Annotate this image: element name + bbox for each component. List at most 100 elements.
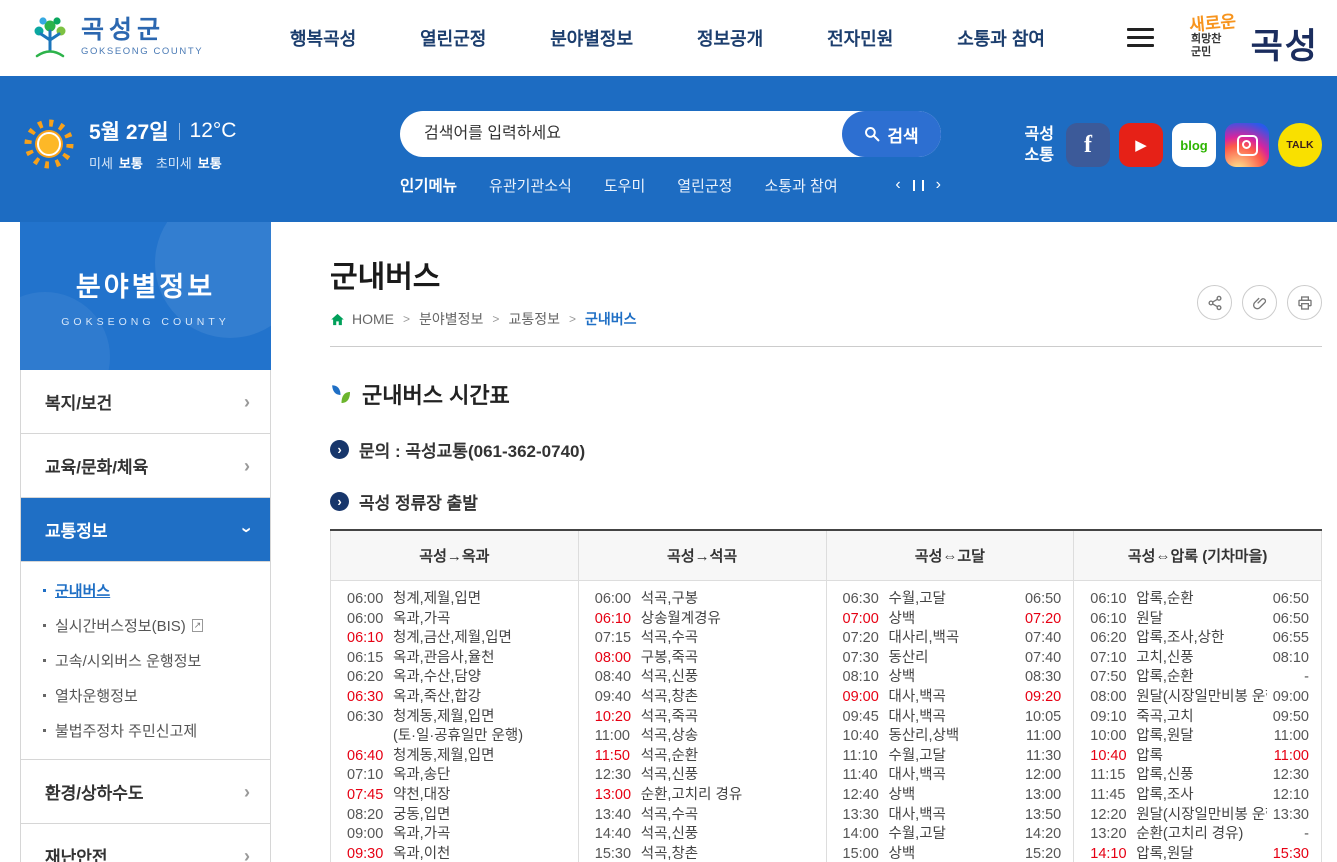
weather-divider <box>178 122 180 140</box>
sidebar-subitem-label: 불법주정차 주민신고제 <box>55 723 198 740</box>
timetable-entry: 11:15 압록,신풍 12:30 <box>1090 767 1309 784</box>
slogan-word-hope: 희망찬 <box>1191 33 1222 45</box>
sidebar-item[interactable]: 교육/문화/체육 › <box>21 434 270 498</box>
timetable-entry: 06:30 옥과,죽산,합강 <box>347 688 482 705</box>
sidebar-item-label: 복지/보건 <box>45 394 113 413</box>
main-nav: 행복곡성 열린군정 분야별정보 정보공개 전자민원 소통과 참여 <box>240 0 1095 76</box>
breadcrumb-separator: > <box>492 312 500 326</box>
youtube-icon[interactable]: ▶ <box>1119 123 1163 167</box>
sidebar-item[interactable]: 복지/보건 › <box>21 370 270 434</box>
nav-item[interactable]: 전자민원 <box>827 25 893 51</box>
dust-label: 미세 <box>89 156 113 171</box>
menu-toggle-button[interactable] <box>1127 28 1154 47</box>
sidebar-menu: 복지/보건 › 교육/문화/체육 › 교통정보 › 군내버스 실시간버스정보(BIS) ↗ 고속/… <box>20 370 271 862</box>
breadcrumb-item[interactable]: 군내버스 <box>585 309 637 329</box>
quick-menu-controls <box>895 177 941 193</box>
sidebar-subitem[interactable]: 실시간버스정보(BIS) ↗ <box>21 608 270 643</box>
sidebar-header: 분야별정보 GOKSEONG COUNTY <box>20 222 271 370</box>
page-actions <box>1197 285 1322 320</box>
bus-timetable: 곡성→옥과 곡성→석곡 곡성⇔고달 곡성⇔압록 (기차마을) 06:00 청계,제월,입… <box>330 529 1322 862</box>
bullet-icon <box>43 729 46 732</box>
print-icon <box>1297 295 1312 310</box>
main-content: 군내버스 HOME > 분야별정보 > 교통정보 > 군내버스 군내버스 시간표… <box>330 222 1322 862</box>
timetable-entry: 06:00 옥과,가곡 <box>347 610 451 627</box>
dust-value: 보통 <box>118 156 143 171</box>
timetable-entry: 07:20 대사리,백곡 07:40 <box>842 630 1062 647</box>
breadcrumb-item[interactable]: 분야별정보 <box>419 309 483 329</box>
quick-menu: 인기메뉴 유관기관소식 도우미 열린군정 소통과 참여 <box>400 174 941 196</box>
chevron-bullet-icon <box>330 440 349 459</box>
copy-url-button[interactable] <box>1242 285 1277 320</box>
timetable-entry: 15:30 석곡,창촌 <box>594 845 699 862</box>
subsection-head: 곡성 정류장 출발 <box>330 489 1322 514</box>
share-button[interactable] <box>1197 285 1232 320</box>
timetable-entry: 06:10 압록,순환 06:50 <box>1090 591 1309 607</box>
kakaotalk-icon[interactable]: TALK <box>1278 123 1322 167</box>
timetable-entry: 09:10 죽곡,고치 09:50 <box>1090 708 1309 725</box>
quick-menu-item[interactable]: 소통과 참여 <box>764 175 837 196</box>
slogan-line1: 새로운 <box>1188 11 1237 36</box>
timetable-entry: 10:20 석곡,죽곡 <box>594 708 699 725</box>
chevron-right-icon: › <box>244 455 250 476</box>
timetable-entry: 07:45 약천,대장 <box>347 786 451 803</box>
timetable-column: 06:00 석곡,구봉 06:10 상송월계경유 07:15 석곡,수곡 08:00 구봉,죽… <box>577 580 827 862</box>
slogan-main: 곡성 <box>1250 27 1319 66</box>
nav-item[interactable]: 분야별정보 <box>550 25 633 51</box>
carousel-pause-icon[interactable] <box>912 179 924 191</box>
sidebar-subitem[interactable]: 고속/시외버스 운행정보 <box>21 643 270 678</box>
sidebar-item[interactable]: 환경/상하수도 › <box>21 760 270 824</box>
timetable-head-row: 곡성→옥과 곡성→석곡 곡성⇔고달 곡성⇔압록 (기차마을) <box>330 529 1322 581</box>
sidebar-item[interactable]: 교통정보 › <box>21 498 270 562</box>
site-search: 검색 <box>400 111 941 157</box>
sidebar-item[interactable]: 재난안전 › <box>21 824 270 862</box>
page: 곡성군 GOKSEONG COUNTY 행복곡성 열린군정 분야별정보 정보공개 전자민… <box>0 0 1337 862</box>
timetable-entry: 09:45 대사,백곡 10:05 <box>842 708 1062 725</box>
sidebar-item-label: 환경/상하수도 <box>45 784 144 803</box>
timetable-entry: 06:20 옥과,수산,담양 <box>347 669 482 686</box>
timetable-entry: 07:30 동산리 07:40 <box>842 649 1062 666</box>
carousel-next-icon[interactable] <box>936 177 941 193</box>
timetable-entry: 07:00 상백 07:20 <box>842 610 1062 627</box>
weather-date: 5월 27일 <box>89 121 169 144</box>
quick-menu-item[interactable]: 열린군정 <box>677 175 732 196</box>
timetable-entry: 08:40 석곡,신풍 <box>594 669 699 686</box>
sidebar-subitem[interactable]: 열차운행정보 <box>21 678 270 713</box>
print-button[interactable] <box>1287 285 1322 320</box>
quick-menu-item[interactable]: 도우미 <box>604 175 645 196</box>
timetable-entry: 12:20원달(시장일만비봉 운행)13:30 <box>1090 806 1309 823</box>
timetable-entry: 06:30 청계동,제월,입면 <box>347 708 495 725</box>
timetable-entry: 08:00 구봉,죽곡 <box>594 649 699 666</box>
logo-subtitle: GOKSEONG COUNTY <box>81 46 204 58</box>
sun-icon <box>24 119 74 169</box>
nav-item[interactable]: 소통과 참여 <box>957 25 1045 51</box>
carousel-prev-icon[interactable] <box>895 177 900 193</box>
breadcrumb-item[interactable]: 교통정보 <box>508 309 560 329</box>
timetable-entry: (토·일·공휴일만 운행) <box>393 728 524 745</box>
timetable-entry: 11:45 압록,조사 12:10 <box>1090 786 1309 803</box>
chevron-right-icon: › <box>244 781 250 802</box>
instagram-icon[interactable] <box>1225 123 1269 167</box>
sns-label: 곡성 소통 <box>1025 124 1054 166</box>
timetable-entry: 06:00 석곡,구봉 <box>594 591 699 607</box>
facebook-icon[interactable]: f <box>1066 123 1110 167</box>
nav-item[interactable]: 행복곡성 <box>290 25 356 51</box>
search-input[interactable] <box>422 124 842 144</box>
timetable-column-header: 곡성⇔고달 <box>825 529 1075 581</box>
site-logo[interactable]: 곡성군 GOKSEONG COUNTY <box>28 13 203 61</box>
county-slogan-logo: 새로운 희망찬 군민 곡성 <box>1185 7 1323 67</box>
quick-menu-items: 유관기관소식 도우미 열린군정 소통과 참여 <box>489 175 838 196</box>
search-button[interactable]: 검색 <box>842 111 941 157</box>
breadcrumb-item[interactable]: HOME <box>352 311 394 327</box>
sidebar-subitem[interactable]: 군내버스 <box>21 573 270 608</box>
nav-item[interactable]: 정보공개 <box>697 25 763 51</box>
page-title: 군내버스 <box>330 261 441 294</box>
sidebar-subitem[interactable]: 불법주정차 주민신고제 <box>21 713 270 748</box>
quick-menu-item[interactable]: 유관기관소식 <box>489 175 572 196</box>
timetable-entry: 06:10 상송월계경유 <box>594 610 721 627</box>
logo-title: 곡성군 <box>81 15 166 44</box>
timetable-entry: 12:30 석곡,신풍 <box>594 767 699 784</box>
sns-links: 곡성 소통 f ▶ blog TALK <box>1025 123 1322 167</box>
sidebar-item-label: 재난안전 <box>45 848 108 862</box>
blog-icon[interactable]: blog <box>1172 123 1216 167</box>
nav-item[interactable]: 열린군정 <box>420 25 486 51</box>
